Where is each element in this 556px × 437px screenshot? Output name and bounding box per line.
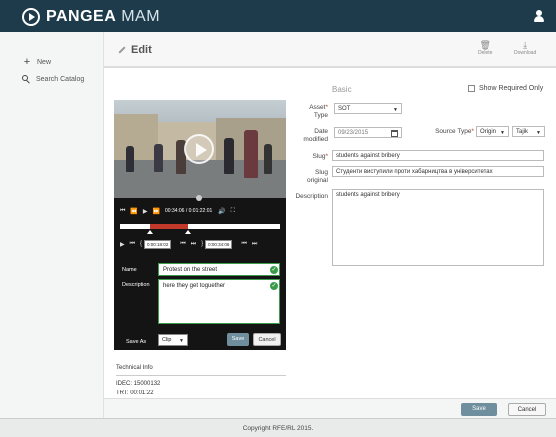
clip-cancel-button[interactable]: Cancel bbox=[253, 333, 281, 346]
delete-label: Delete bbox=[478, 50, 493, 56]
save-as-value: Clip bbox=[162, 337, 172, 343]
bracket-close-icon: } bbox=[201, 241, 203, 247]
set-in-forward-icon[interactable]: ⏭ bbox=[191, 241, 197, 248]
top-header: PANGEA MAM bbox=[0, 0, 556, 32]
fullscreen-icon[interactable]: ⛶ bbox=[231, 208, 235, 215]
show-required-label: Show Required Only bbox=[479, 85, 544, 92]
check-icon: ✓ bbox=[270, 266, 278, 274]
app-root: PANGEA MAM + New Search Catalog Edit 🗑 D… bbox=[0, 0, 556, 437]
save-as-select[interactable]: Clip ▼ bbox=[158, 334, 188, 346]
technical-info-title: Technical Info bbox=[116, 365, 153, 371]
skip-start-icon[interactable]: ⏮ bbox=[120, 208, 126, 215]
scrubber-handle[interactable] bbox=[196, 195, 202, 201]
download-label: Download bbox=[514, 50, 537, 56]
caret-down-icon: ▼ bbox=[179, 338, 184, 344]
prev-frame-icon[interactable]: ⏮ bbox=[130, 241, 136, 248]
show-required-toggle[interactable]: Show Required Only bbox=[468, 85, 543, 92]
clip-name-label: Name bbox=[122, 267, 137, 273]
source-type-label: Source Type* bbox=[435, 128, 474, 135]
play-overlay-icon[interactable] bbox=[184, 134, 214, 164]
main-panel: Edit 🗑 Delete ⤓ Download ⏮ ⏪ ▶ ⏩ 00:34:0… bbox=[104, 32, 556, 418]
description-textarea[interactable]: students against bribery bbox=[332, 189, 544, 266]
trash-icon: 🗑 bbox=[479, 40, 491, 50]
sidebar-item-label: New bbox=[37, 58, 52, 66]
source-type-origin-value: Origin bbox=[480, 129, 497, 135]
clip-name-input[interactable]: Protest on the street bbox=[158, 263, 280, 276]
set-out-forward-icon[interactable]: ⏭ bbox=[252, 241, 258, 248]
sidebar: + New Search Catalog bbox=[0, 32, 104, 418]
trim-in-field[interactable]: 0:00:18:02 bbox=[144, 239, 172, 249]
set-out-icon[interactable]: ⏮ bbox=[241, 241, 247, 248]
divider bbox=[116, 375, 286, 376]
play-icon[interactable]: ▶ bbox=[143, 208, 148, 215]
play-logo-icon bbox=[22, 8, 40, 26]
check-icon: ✓ bbox=[270, 282, 278, 290]
pangea-logo[interactable]: PANGEA MAM bbox=[22, 8, 160, 26]
trim-in-marker[interactable] bbox=[147, 230, 153, 234]
source-type-language-value: Tajik bbox=[516, 129, 529, 135]
search-icon bbox=[22, 75, 31, 84]
source-type-language-select[interactable]: Tajik ▼ bbox=[512, 126, 545, 137]
sidebar-item-new[interactable]: + New bbox=[22, 56, 51, 68]
download-button[interactable]: ⤓ Download bbox=[514, 40, 536, 56]
trim-selection[interactable] bbox=[150, 224, 188, 229]
page-title: Edit bbox=[118, 44, 152, 56]
footer-copyright: Copyright RFE/RL 2015. bbox=[0, 418, 556, 437]
slug-original-label: Slug original bbox=[307, 169, 328, 184]
user-icon[interactable] bbox=[534, 10, 544, 22]
set-in-icon[interactable]: ⏮ bbox=[180, 241, 186, 248]
caret-down-icon: ▼ bbox=[393, 107, 398, 113]
playback-controls: ⏮ ⏪ ▶ ⏩ 00:34:06 / 0:01:22:01 🔊 ⛶ bbox=[114, 204, 286, 218]
save-as-label: Save As bbox=[126, 339, 147, 345]
playback-timecode: 00:34:06 / 0:01:22:01 bbox=[165, 208, 213, 214]
trim-out-marker[interactable] bbox=[185, 230, 191, 234]
calendar-icon[interactable] bbox=[391, 130, 398, 137]
trim-out-field[interactable]: 0:00:34:06 bbox=[205, 239, 233, 249]
show-required-checkbox[interactable] bbox=[468, 85, 475, 92]
section-title-basic: Basic bbox=[332, 85, 352, 94]
slug-input[interactable]: students against bribery bbox=[332, 150, 544, 161]
asset-type-value: SOT bbox=[338, 106, 351, 112]
video-player: ⏮ ⏪ ▶ ⏩ 00:34:06 / 0:01:22:01 🔊 ⛶ ▶ ⏮ { … bbox=[114, 100, 286, 350]
step-back-icon[interactable]: ⏪ bbox=[130, 208, 138, 215]
trim-controls: ▶ ⏮ { 0:00:18:02 ⏮ ⏭ } 0:00:34:06 ⏮ ⏭ bbox=[114, 238, 286, 250]
cancel-button[interactable]: Cancel bbox=[508, 403, 546, 416]
sidebar-item-search-catalog[interactable]: Search Catalog bbox=[22, 75, 84, 84]
date-modified-value: 09/23/2015 bbox=[338, 130, 369, 136]
trim-timeline[interactable] bbox=[120, 224, 280, 234]
brand-name: PANGEA MAM bbox=[46, 8, 160, 26]
asset-type-select[interactable]: SOT ▼ bbox=[334, 103, 402, 114]
caret-down-icon: ▼ bbox=[536, 130, 541, 136]
delete-button[interactable]: 🗑 Delete bbox=[478, 40, 492, 56]
date-modified-input[interactable]: 09/23/2015 bbox=[334, 127, 402, 138]
slug-original-input[interactable]: Студенти виступили проти хабарництва в у… bbox=[332, 166, 544, 177]
brand-name-bold: PANGEA bbox=[46, 8, 117, 25]
date-modified-label: Date modified bbox=[303, 128, 328, 143]
technical-trt: TRT: 00:01:22 bbox=[116, 390, 154, 396]
bracket-open-icon: { bbox=[140, 241, 142, 247]
caret-down-icon: ▼ bbox=[500, 130, 505, 136]
plus-icon: + bbox=[23, 56, 31, 68]
save-button[interactable]: Save bbox=[461, 403, 497, 416]
asset-type-label: Asset* Type bbox=[309, 104, 328, 119]
clip-description-input[interactable]: here they get toguether bbox=[158, 279, 280, 324]
sidebar-item-label: Search Catalog bbox=[36, 76, 85, 83]
pencil-icon bbox=[118, 46, 126, 54]
form-action-bar: Save Cancel bbox=[104, 398, 556, 418]
slug-label: Slug* bbox=[312, 153, 328, 160]
technical-idec: IDEC: 15000132 bbox=[116, 381, 161, 387]
play-selection-icon[interactable]: ▶ bbox=[120, 241, 125, 248]
source-type-origin-select[interactable]: Origin ▼ bbox=[476, 126, 509, 137]
volume-icon[interactable]: 🔊 bbox=[218, 208, 226, 215]
clip-description-label: Description bbox=[122, 282, 150, 288]
description-label: Description bbox=[295, 193, 328, 200]
download-icon: ⤓ bbox=[523, 40, 528, 50]
brand-name-light: MAM bbox=[121, 8, 161, 25]
step-forward-icon[interactable]: ⏩ bbox=[153, 208, 161, 215]
clip-save-button[interactable]: Save bbox=[227, 333, 249, 346]
video-frame[interactable] bbox=[114, 100, 286, 198]
page-title-text: Edit bbox=[131, 44, 152, 56]
edit-toolbar: Edit 🗑 Delete ⤓ Download bbox=[104, 32, 556, 68]
